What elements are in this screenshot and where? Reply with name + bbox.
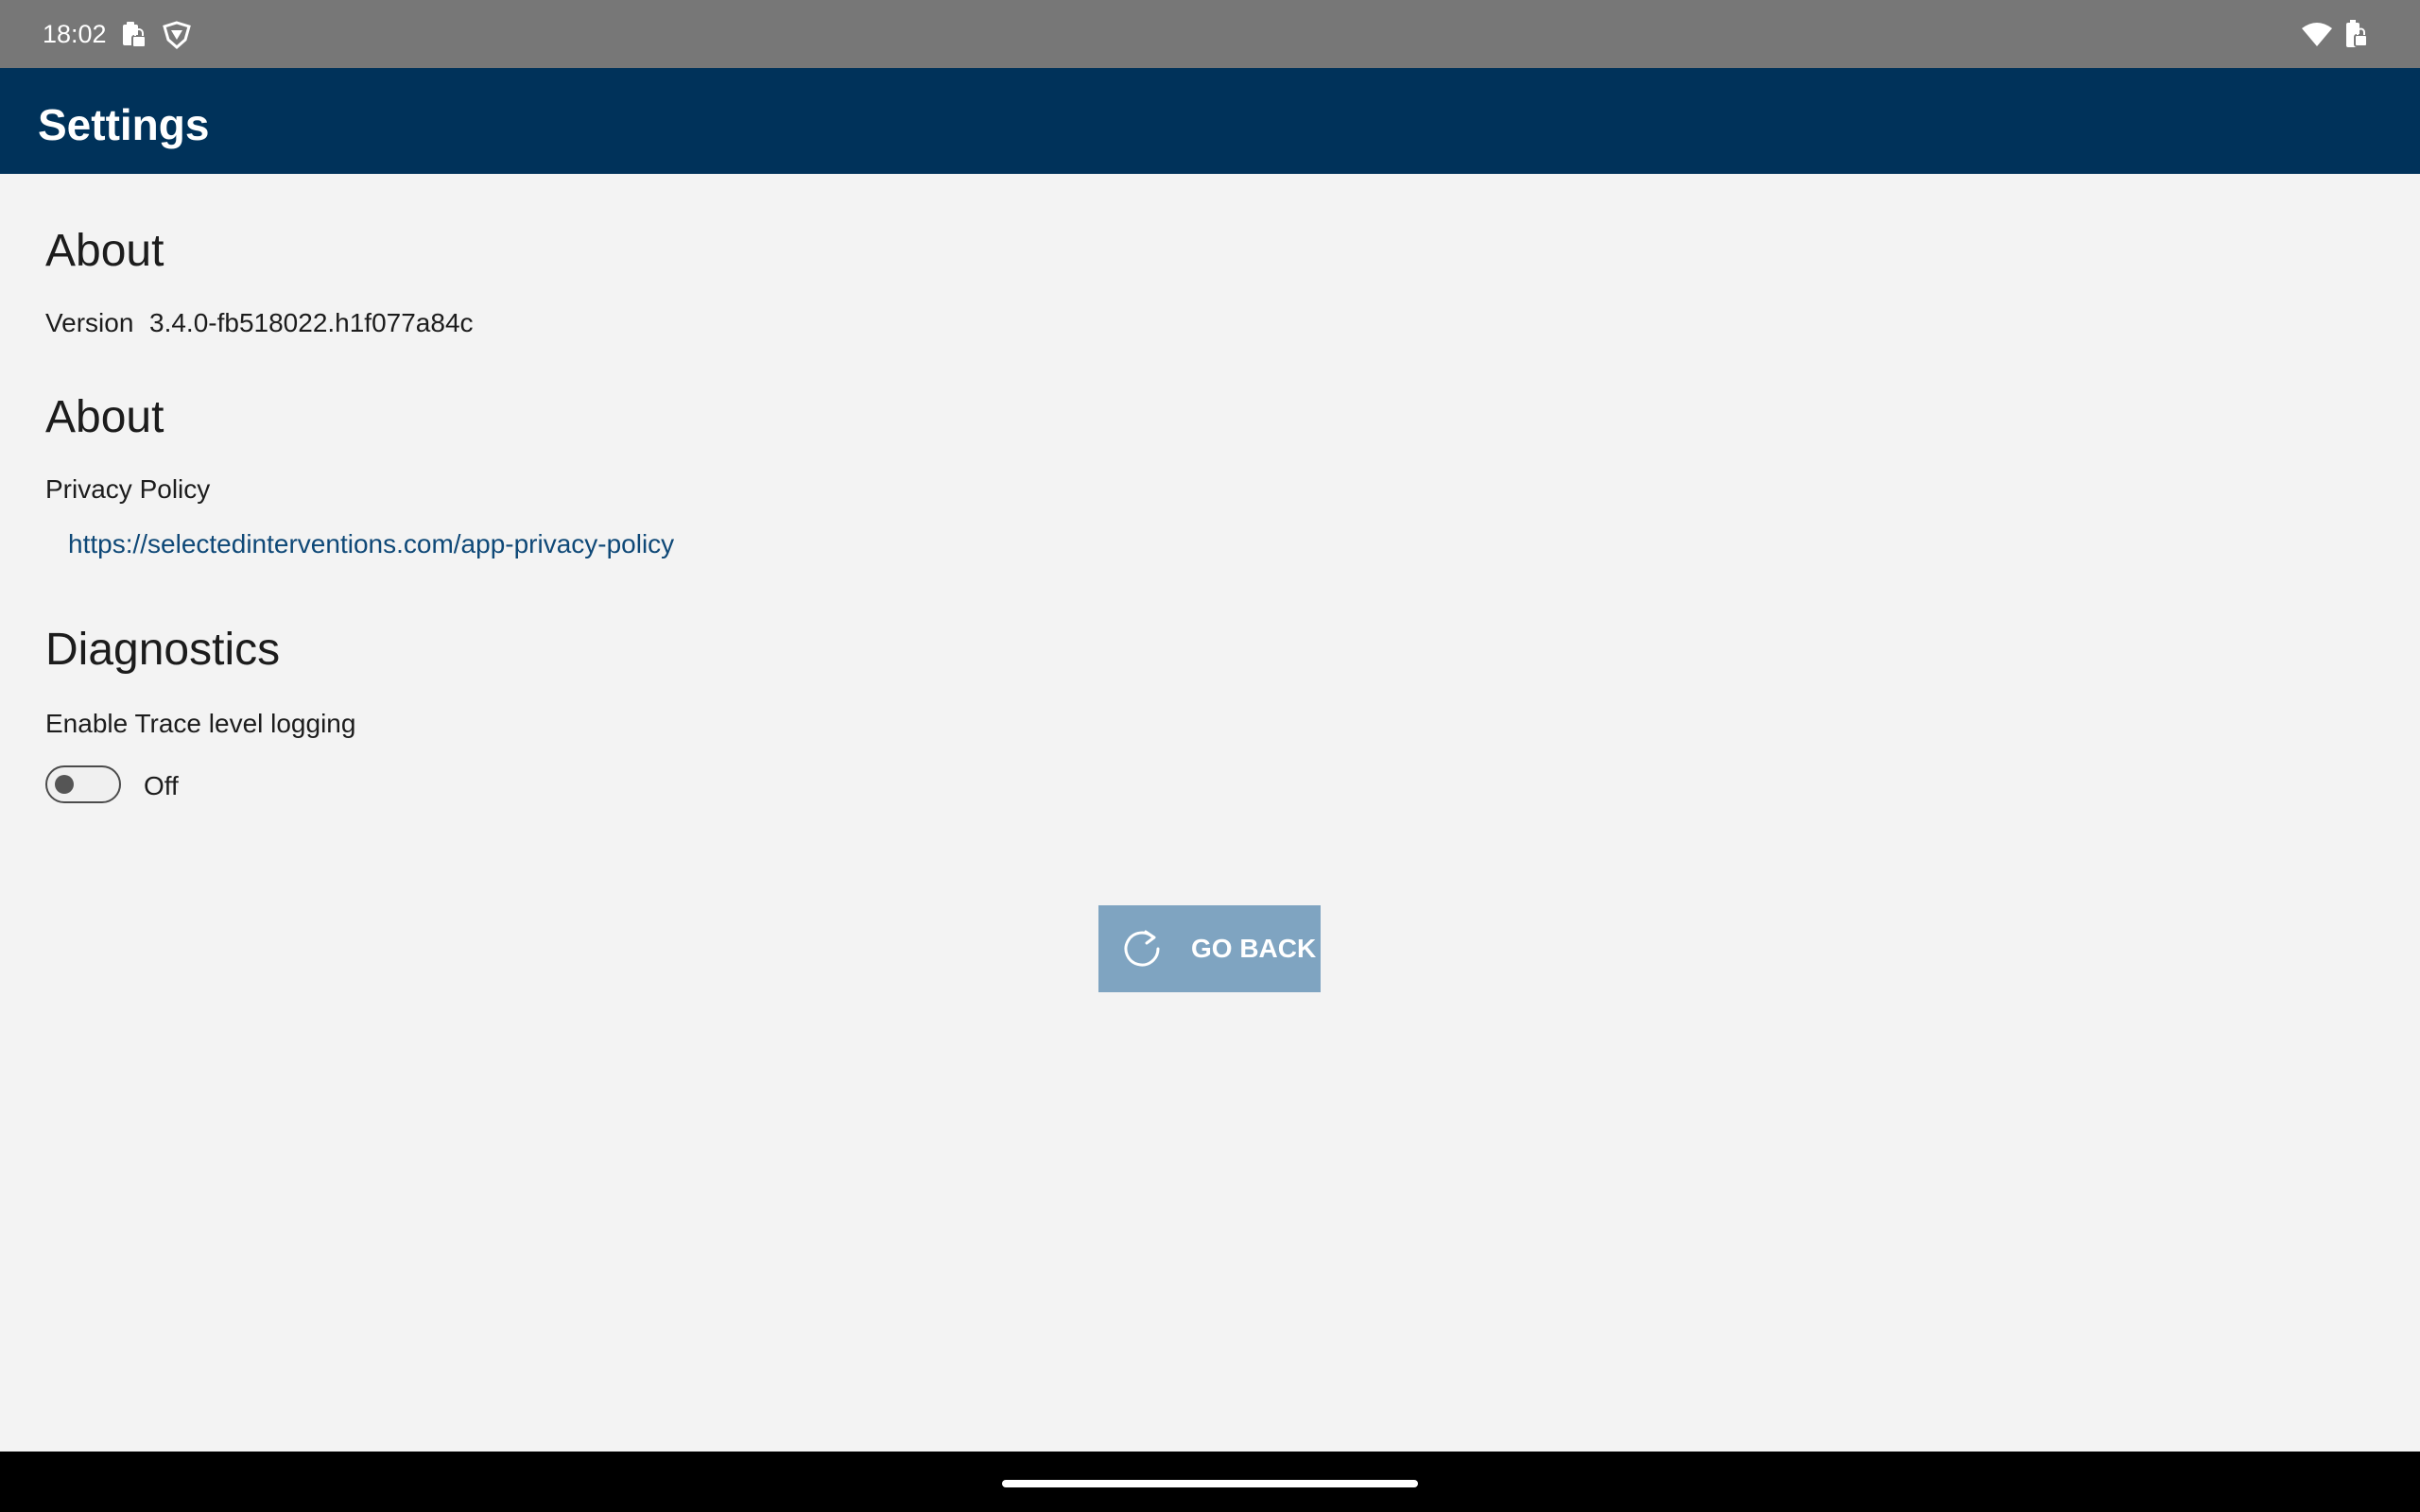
system-nav-bar xyxy=(0,1452,2420,1512)
go-back-button[interactable]: GO BACK xyxy=(1098,905,1321,992)
home-gesture-handle[interactable] xyxy=(1002,1480,1418,1487)
about-heading: About xyxy=(45,226,164,276)
trace-logging-toggle[interactable] xyxy=(45,765,121,803)
diagnostics-heading: Diagnostics xyxy=(45,625,281,675)
clipboard-lock-icon xyxy=(123,22,147,48)
version-label: Version xyxy=(45,308,134,337)
shield-triangle-icon xyxy=(163,21,191,49)
trace-logging-label: Enable Trace level logging xyxy=(45,709,356,738)
status-time: 18:02 xyxy=(43,20,107,48)
wifi-icon xyxy=(2302,23,2332,46)
status-bar: 18:02 xyxy=(0,0,2420,68)
about-privacy-heading: About xyxy=(45,392,164,442)
toggle-thumb xyxy=(55,775,74,794)
privacy-policy-label: Privacy Policy xyxy=(45,474,211,504)
privacy-policy-link[interactable]: https://selectedinterventions.com/app-pr… xyxy=(68,527,674,561)
go-back-label: GO BACK xyxy=(1191,934,1317,963)
toggle-state-label: Off xyxy=(144,771,179,800)
refresh-icon xyxy=(1124,930,1160,967)
version-value: 3.4.0-fb518022.h1f077a84c xyxy=(149,308,474,337)
page-title: Settings xyxy=(38,100,210,149)
app-bar: Settings xyxy=(0,68,2420,174)
battery-icon xyxy=(2346,20,2368,47)
